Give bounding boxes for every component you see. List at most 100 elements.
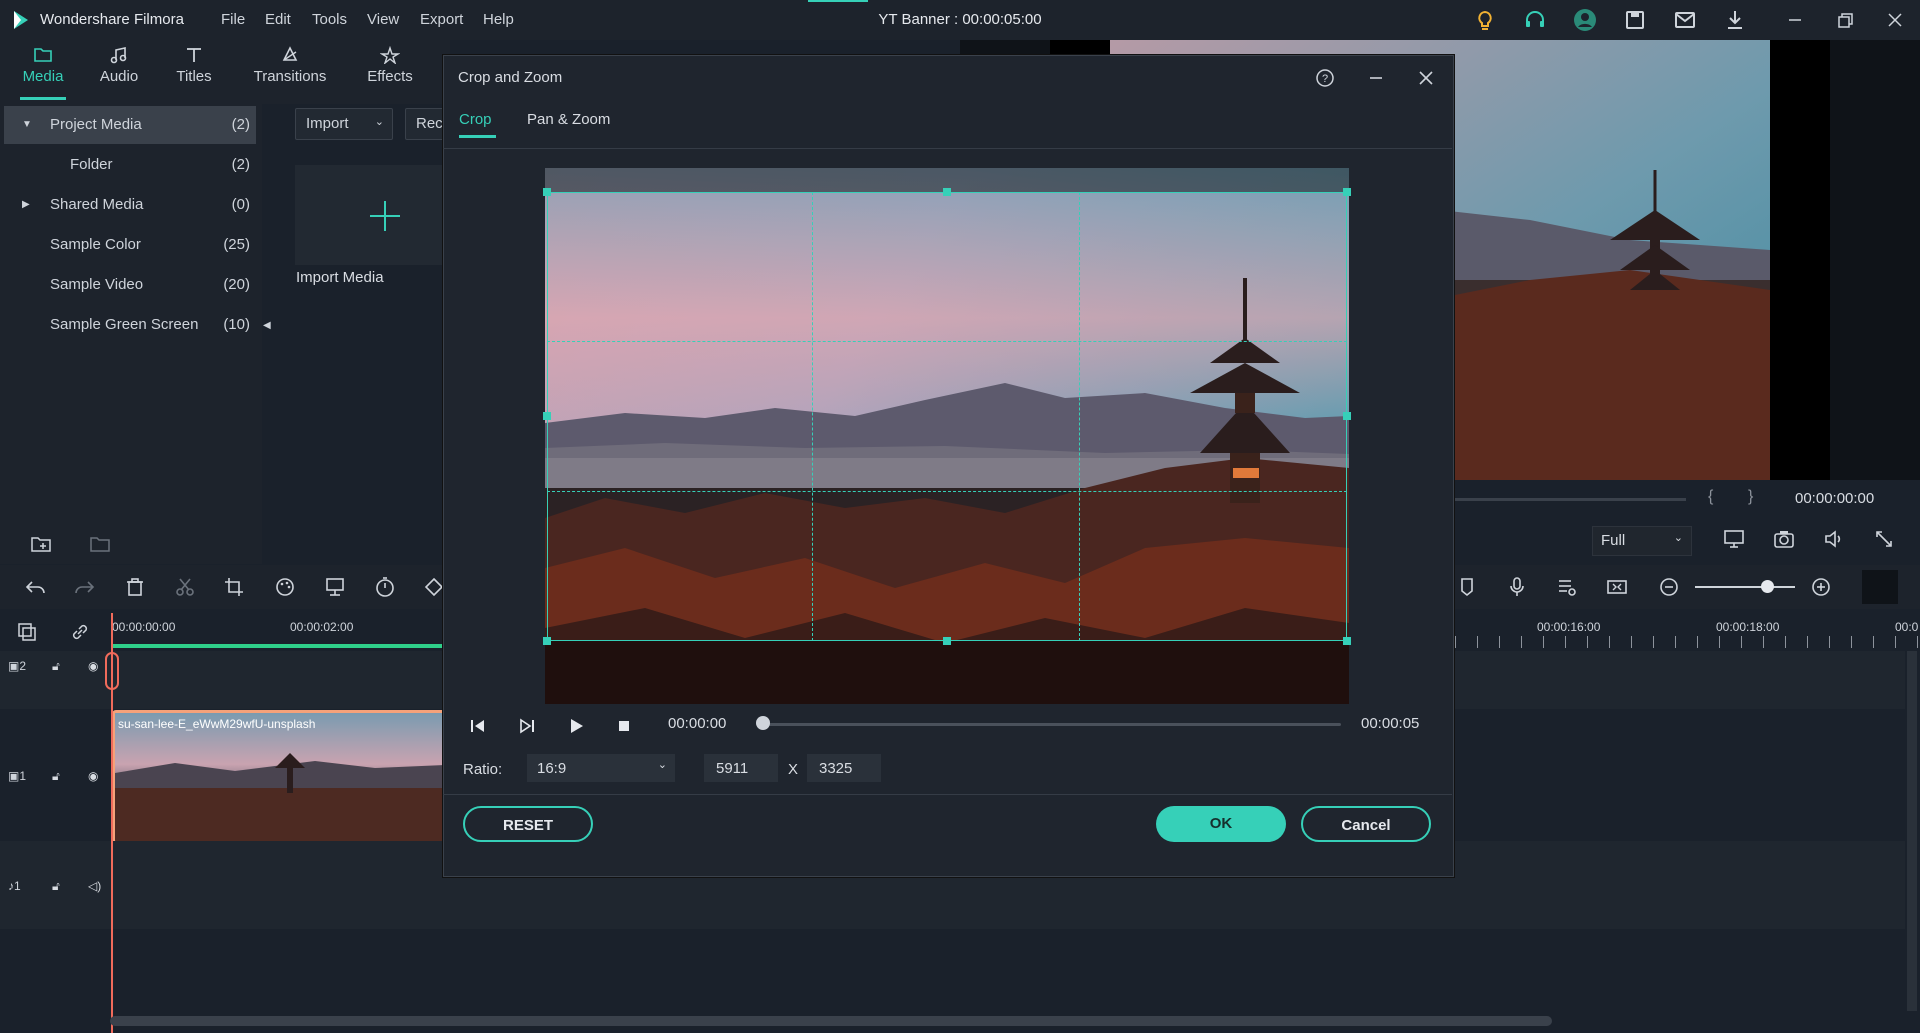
green-screen-icon[interactable] — [323, 575, 347, 599]
preview-quality-select[interactable]: Full ⌄ — [1592, 526, 1692, 556]
timeline-horizontal-scrollbar[interactable] — [110, 1016, 1552, 1026]
close-window-icon[interactable] — [1883, 8, 1907, 32]
tab-pan-zoom[interactable]: Pan & Zoom — [527, 111, 610, 128]
microphone-icon[interactable] — [1505, 575, 1529, 599]
menu-file[interactable]: File — [221, 11, 245, 28]
import-media-tile[interactable] — [295, 165, 445, 265]
zoom-slider-knob[interactable] — [1761, 580, 1774, 593]
stop-icon[interactable] — [612, 714, 636, 738]
tab-transitions[interactable]: Transitions — [247, 46, 333, 85]
lightbulb-icon[interactable] — [1473, 8, 1497, 32]
step-forward-icon[interactable] — [515, 714, 539, 738]
playhead-handle[interactable] — [105, 652, 119, 690]
menu-help[interactable]: Help — [483, 11, 514, 28]
audio-meter — [1862, 570, 1898, 604]
link-icon[interactable] — [69, 621, 91, 643]
menu-tools[interactable]: Tools — [312, 11, 347, 28]
crop-handle-bottom[interactable] — [943, 637, 951, 645]
tree-item-label: Project Media — [50, 116, 142, 133]
music-note-icon — [110, 47, 127, 64]
undo-icon[interactable] — [24, 575, 48, 599]
tab-effects[interactable]: Effects — [355, 46, 425, 85]
ok-button[interactable]: OK — [1156, 806, 1286, 842]
folder-outline-icon[interactable] — [89, 534, 111, 554]
eye-icon[interactable]: ◉ — [88, 659, 98, 673]
collapse-arrow-icon[interactable]: ▶ — [22, 199, 30, 210]
tree-item-folder[interactable]: Folder (2) — [4, 146, 256, 184]
playback-slider-knob[interactable] — [756, 716, 770, 730]
clip-name: su-san-lee-E_eWwM29wfU-unsplash — [118, 717, 316, 731]
crop-handle-left[interactable] — [543, 412, 551, 420]
delete-icon[interactable] — [123, 575, 147, 599]
import-dropdown[interactable]: Import ⌄ — [295, 108, 393, 140]
crop-width-field[interactable]: 5911 — [704, 754, 778, 782]
cut-scissors-icon[interactable] — [173, 575, 197, 599]
expand-arrow-icon[interactable]: ▼ — [22, 119, 32, 130]
play-icon[interactable] — [564, 714, 588, 738]
speed-timer-icon[interactable] — [373, 575, 397, 599]
color-palette-icon[interactable] — [273, 575, 297, 599]
menu-edit[interactable]: Edit — [265, 11, 291, 28]
mail-icon[interactable] — [1673, 8, 1697, 32]
lock-icon[interactable]: 🔓︎ — [52, 879, 60, 894]
crop-handle-bottom-left[interactable] — [543, 637, 551, 645]
ruler-label: 00:00:02:00 — [290, 620, 354, 634]
lock-icon[interactable]: 🔓︎ — [52, 659, 60, 674]
eye-icon[interactable]: ◉ — [88, 769, 98, 783]
ratio-select[interactable]: 16:9 ⌄ — [527, 754, 675, 782]
collapse-panel-icon[interactable]: ◀ — [263, 320, 271, 331]
tree-item-sample-video[interactable]: Sample Video (20) — [4, 266, 256, 304]
mark-out-icon[interactable]: } — [1748, 488, 1753, 506]
crop-handle-top-left[interactable] — [543, 188, 551, 196]
dialog-close-icon[interactable] — [1415, 67, 1437, 89]
redo-icon[interactable] — [72, 575, 96, 599]
download-icon[interactable] — [1723, 8, 1747, 32]
crop-handle-top-right[interactable] — [1343, 188, 1351, 196]
tree-item-sample-color[interactable]: Sample Color (25) — [4, 226, 256, 264]
playback-slider[interactable] — [763, 723, 1341, 726]
cancel-button[interactable]: Cancel — [1301, 806, 1431, 842]
fullscreen-icon[interactable] — [1872, 527, 1896, 551]
help-icon[interactable]: ? — [1314, 67, 1336, 89]
headset-icon[interactable] — [1523, 8, 1547, 32]
fit-timeline-icon[interactable] — [1605, 575, 1629, 599]
minimize-window-icon[interactable] — [1783, 8, 1807, 32]
lock-icon[interactable]: 🔓︎ — [52, 769, 60, 784]
mark-in-icon[interactable]: { — [1708, 488, 1713, 506]
new-folder-icon[interactable] — [30, 534, 52, 554]
menu-view[interactable]: View — [367, 11, 399, 28]
crop-handle-bottom-right[interactable] — [1343, 637, 1351, 645]
reset-button[interactable]: RESET — [463, 806, 593, 842]
save-icon[interactable] — [1623, 8, 1647, 32]
tree-item-sample-green-screen[interactable]: Sample Green Screen (10) — [4, 306, 256, 344]
menu-export[interactable]: Export — [420, 11, 463, 28]
zoom-out-icon[interactable] — [1657, 575, 1681, 599]
crop-height-field[interactable]: 3325 — [807, 754, 881, 782]
dialog-minimize-icon[interactable] — [1365, 67, 1387, 89]
tab-crop[interactable]: Crop — [459, 111, 492, 128]
add-track-icon[interactable] — [16, 621, 38, 643]
monitor-icon[interactable] — [1722, 527, 1746, 551]
restore-window-icon[interactable] — [1833, 8, 1857, 32]
crop-rectangle[interactable] — [547, 192, 1347, 641]
account-icon[interactable] — [1573, 8, 1597, 32]
crop-icon[interactable] — [222, 575, 246, 599]
crop-handle-top[interactable] — [943, 188, 951, 196]
crop-handle-right[interactable] — [1343, 412, 1351, 420]
volume-icon[interactable] — [1822, 527, 1846, 551]
timeline-vertical-scrollbar[interactable] — [1907, 651, 1917, 1011]
tab-titles[interactable]: Titles — [159, 46, 229, 85]
tab-media[interactable]: Media — [8, 46, 78, 85]
marker-icon[interactable] — [1455, 575, 1479, 599]
tree-item-shared-media[interactable]: ▶ Shared Media (0) — [4, 186, 256, 224]
zoom-in-icon[interactable] — [1809, 575, 1833, 599]
audio-mixer-icon[interactable] — [1555, 575, 1579, 599]
tab-audio[interactable]: Audio — [84, 46, 154, 85]
tree-item-project-media[interactable]: ▼ Project Media (2) — [4, 106, 256, 144]
preview-scrubber[interactable] — [1450, 498, 1686, 501]
step-back-icon[interactable] — [466, 714, 490, 738]
tree-item-count: (0) — [231, 196, 250, 213]
zoom-slider-track[interactable] — [1695, 586, 1795, 588]
snapshot-camera-icon[interactable] — [1772, 527, 1796, 551]
speaker-icon[interactable]: ◁) — [88, 879, 101, 893]
